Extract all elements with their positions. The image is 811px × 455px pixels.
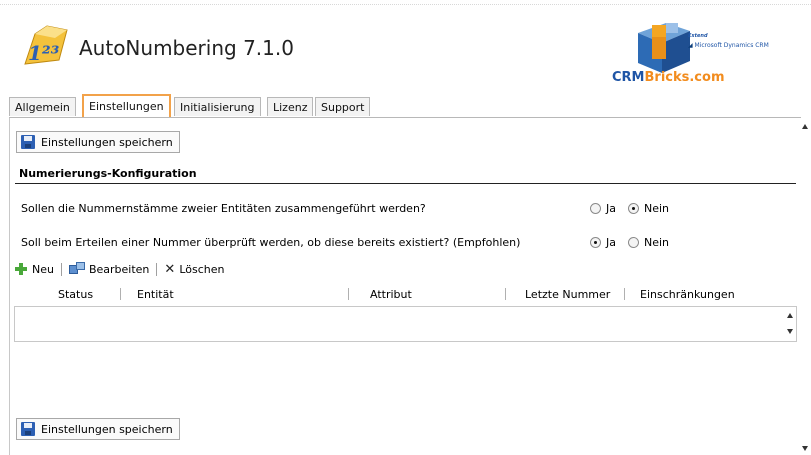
radio-group-merge: Ja Nein xyxy=(590,202,681,215)
scroll-down-icon[interactable] xyxy=(802,446,808,451)
radio-merge-ja[interactable] xyxy=(590,203,601,214)
column-separator xyxy=(120,288,121,300)
radio-check-ja[interactable] xyxy=(590,237,601,248)
brand-extend: Extend xyxy=(688,33,708,39)
svg-text:1²³: 1²³ xyxy=(28,41,60,65)
delete-x-icon: ✕ xyxy=(164,261,176,277)
radio-merge-nein-label: Nein xyxy=(644,202,670,215)
save-settings-label: Einstellungen speichern xyxy=(41,422,173,436)
column-header-einschraenkungen[interactable]: Einschränkungen xyxy=(640,288,735,301)
toolbar-separator xyxy=(156,262,158,276)
column-separator xyxy=(505,288,506,300)
autonumbering-logo-icon: 1²³ xyxy=(24,25,68,65)
crmbricks-logo: Extend ◢ Microsoft Dynamics CRM CRMBrick… xyxy=(608,15,798,90)
brand-dynamics: ◢ Microsoft Dynamics CRM xyxy=(688,42,769,49)
new-button-label: Neu xyxy=(32,262,54,276)
grid-scrollbar[interactable] xyxy=(786,311,794,339)
edit-button-label: Bearbeiten xyxy=(88,262,150,276)
section-title: Numerierungs-Konfiguration xyxy=(19,167,197,180)
radio-check-nein-label: Nein xyxy=(644,236,670,249)
plus-icon xyxy=(14,262,28,276)
grid-header: Status Entität Attribut Letzte Nummer Ei… xyxy=(14,284,797,307)
radio-group-check: Ja Nein xyxy=(590,236,681,249)
save-disk-icon xyxy=(21,422,35,436)
column-header-attribut[interactable]: Attribut xyxy=(370,288,412,301)
brand-crmbricks-text: CRMBricks.com xyxy=(612,70,725,85)
delete-button-label: Löschen xyxy=(179,262,225,276)
column-separator xyxy=(348,288,349,300)
tab-allgemein[interactable]: Allgemein xyxy=(9,97,76,116)
question-merge-label: Sollen die Nummernstämme zweier Entitäte… xyxy=(21,202,426,215)
scroll-up-icon[interactable] xyxy=(802,124,808,129)
save-settings-label: Einstellungen speichern xyxy=(41,135,173,149)
edit-icon xyxy=(68,262,85,276)
toolbar-separator xyxy=(60,262,62,276)
radio-merge-nein[interactable] xyxy=(628,203,639,214)
grid-scroll-down-icon[interactable] xyxy=(787,329,793,334)
radio-check-nein[interactable] xyxy=(628,237,639,248)
tab-lizenz[interactable]: Lizenz xyxy=(267,97,314,116)
edit-button[interactable]: Bearbeiten xyxy=(68,262,150,276)
tab-einstellungen[interactable]: Einstellungen xyxy=(82,94,171,118)
save-settings-button-bottom[interactable]: Einstellungen speichern xyxy=(16,418,180,440)
top-divider xyxy=(0,4,811,5)
delete-button[interactable]: ✕ Löschen xyxy=(164,263,224,276)
tab-support[interactable]: Support xyxy=(315,97,371,116)
save-settings-button-top[interactable]: Einstellungen speichern xyxy=(16,131,180,153)
new-button[interactable]: Neu xyxy=(14,262,54,276)
column-header-status[interactable]: Status xyxy=(58,288,93,301)
section-divider xyxy=(15,183,796,184)
column-header-letzte-nummer[interactable]: Letzte Nummer xyxy=(525,288,610,301)
question-check-label: Soll beim Erteilen einer Nummer überprüf… xyxy=(21,236,521,249)
column-separator xyxy=(624,288,625,300)
grid-scroll-up-icon[interactable] xyxy=(787,313,793,318)
grid-body[interactable] xyxy=(14,307,797,342)
tab-initialisierung[interactable]: Initialisierung xyxy=(174,97,261,116)
radio-check-ja-label: Ja xyxy=(606,236,616,249)
page-scrollbar[interactable] xyxy=(799,118,811,455)
column-header-entitaet[interactable]: Entität xyxy=(137,288,174,301)
radio-merge-ja-label: Ja xyxy=(606,202,616,215)
grid-toolbar: Neu Bearbeiten ✕ Löschen xyxy=(14,258,224,280)
save-disk-icon xyxy=(21,135,35,149)
app-title: AutoNumbering 7.1.0 xyxy=(79,36,294,60)
